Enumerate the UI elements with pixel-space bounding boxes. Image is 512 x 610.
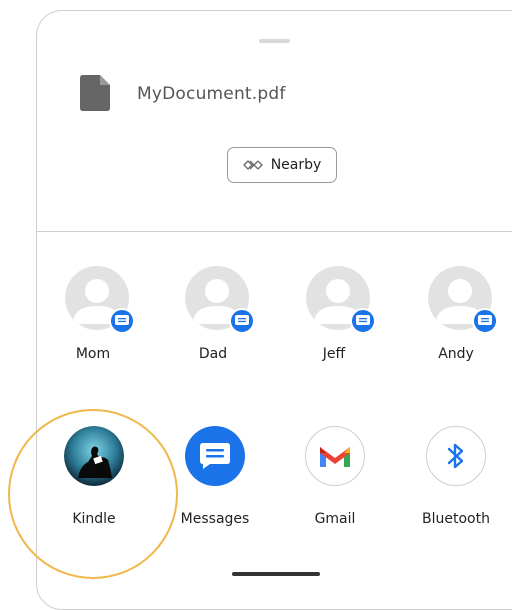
kindle-icon xyxy=(64,426,124,486)
drag-handle[interactable] xyxy=(259,39,290,43)
nearby-button[interactable]: Nearby xyxy=(227,147,337,183)
contact-dad[interactable]: Dad xyxy=(163,266,263,366)
bluetooth-icon xyxy=(426,426,486,486)
contact-jeff[interactable]: Jeff xyxy=(284,266,384,366)
contact-name: Jeff xyxy=(322,346,346,362)
app-kindle[interactable]: Kindle xyxy=(39,426,149,536)
messages-badge-icon xyxy=(472,308,498,334)
app-bluetooth[interactable]: Bluetooth xyxy=(401,426,511,536)
section-divider xyxy=(37,231,512,232)
contact-name: Andy xyxy=(438,346,474,362)
nearby-share-icon xyxy=(242,160,263,170)
nearby-label: Nearby xyxy=(270,157,322,173)
messages-icon xyxy=(185,426,245,486)
messages-badge-icon xyxy=(109,308,135,334)
contact-mom[interactable]: Mom xyxy=(43,266,143,366)
file-icon xyxy=(80,75,110,111)
messages-badge-icon xyxy=(350,308,376,334)
messages-badge-icon xyxy=(229,308,255,334)
gmail-icon xyxy=(305,426,365,486)
navigation-handle[interactable] xyxy=(232,572,320,576)
file-name: MyDocument.pdf xyxy=(137,84,286,104)
app-name: Gmail xyxy=(314,511,356,527)
app-name: Bluetooth xyxy=(422,511,490,527)
app-gmail[interactable]: Gmail xyxy=(280,426,390,536)
app-name: Messages xyxy=(180,511,250,527)
contact-andy[interactable]: Andy xyxy=(406,266,506,366)
app-messages[interactable]: Messages xyxy=(160,426,270,536)
contact-name: Dad xyxy=(198,346,228,362)
app-name: Kindle xyxy=(72,511,116,527)
contact-name: Mom xyxy=(75,346,111,362)
